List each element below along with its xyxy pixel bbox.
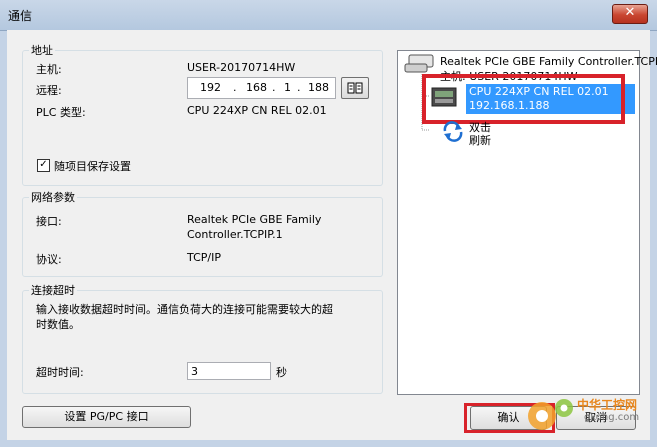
timeout-label: 超时时间: — [36, 366, 84, 379]
close-icon: ✕ — [624, 5, 636, 20]
ip-segment-3[interactable]: 1 — [284, 81, 291, 94]
address-legend: 地址 — [31, 44, 53, 57]
timeout-unit: 秒 — [276, 366, 287, 379]
protocol-value: TCP/IP — [187, 251, 221, 264]
refresh-icon — [443, 121, 463, 142]
plc-type-label: PLC 类型: — [36, 106, 86, 119]
network-legend: 网络参数 — [31, 191, 75, 204]
ip-dot: . — [272, 81, 276, 94]
address-book-button[interactable] — [341, 77, 369, 99]
save-with-project-checkbox[interactable]: ✓ — [37, 159, 50, 172]
ip-dot: . — [233, 81, 237, 94]
ip-segment-1[interactable]: 192 — [200, 81, 221, 94]
book-icon — [347, 82, 363, 94]
check-icon: ✓ — [39, 159, 48, 170]
host-label: 主机: — [36, 63, 62, 76]
save-with-project-label: 随项目保存设置 — [54, 160, 131, 173]
tree-double-click-line2[interactable]: 刷新 — [469, 132, 491, 148]
watermark-url: gkong.com — [584, 412, 640, 423]
watermark-text-cn: 中华工控网 — [577, 398, 638, 412]
protocol-label: 协议: — [36, 253, 62, 266]
watermark-gear-icon — [528, 399, 573, 430]
set-pgpc-interface-button[interactable]: 设置 PG/PC 接口 — [22, 406, 191, 428]
remote-label: 远程: — [36, 84, 62, 97]
ip-segment-4[interactable]: 188 — [308, 81, 329, 94]
title-bar[interactable]: 通信 ✕ — [0, 0, 657, 31]
plc-highlight-box — [422, 74, 625, 124]
interface-value-line1: Realtek PCIe GBE Family — [187, 213, 322, 226]
timeout-legend: 连接超时 — [31, 284, 75, 297]
ip-dot: . — [297, 81, 301, 94]
host-value: USER-20170714HW — [187, 61, 296, 74]
remote-ip-input[interactable]: 192 . 168 . 1 . 188 — [187, 77, 336, 99]
window-title: 通信 — [8, 9, 33, 23]
tree-adapter-label[interactable]: Realtek PCIe GBE Family Controller.TCPI — [440, 55, 657, 68]
timeout-description-line2: 时数值。 — [36, 318, 80, 331]
timeout-input[interactable]: 3 — [187, 362, 271, 380]
interface-value-line2: Controller.TCPIP.1 — [187, 228, 283, 241]
ip-segment-2[interactable]: 168 — [246, 81, 267, 94]
interface-label: 接口: — [36, 215, 62, 228]
plc-type-value: CPU 224XP CN REL 02.01 — [187, 104, 327, 117]
timeout-description-line1: 输入接收数据超时时间。通信负荷大的连接可能需要较大的超 — [36, 303, 333, 316]
close-button[interactable]: ✕ — [612, 4, 648, 24]
